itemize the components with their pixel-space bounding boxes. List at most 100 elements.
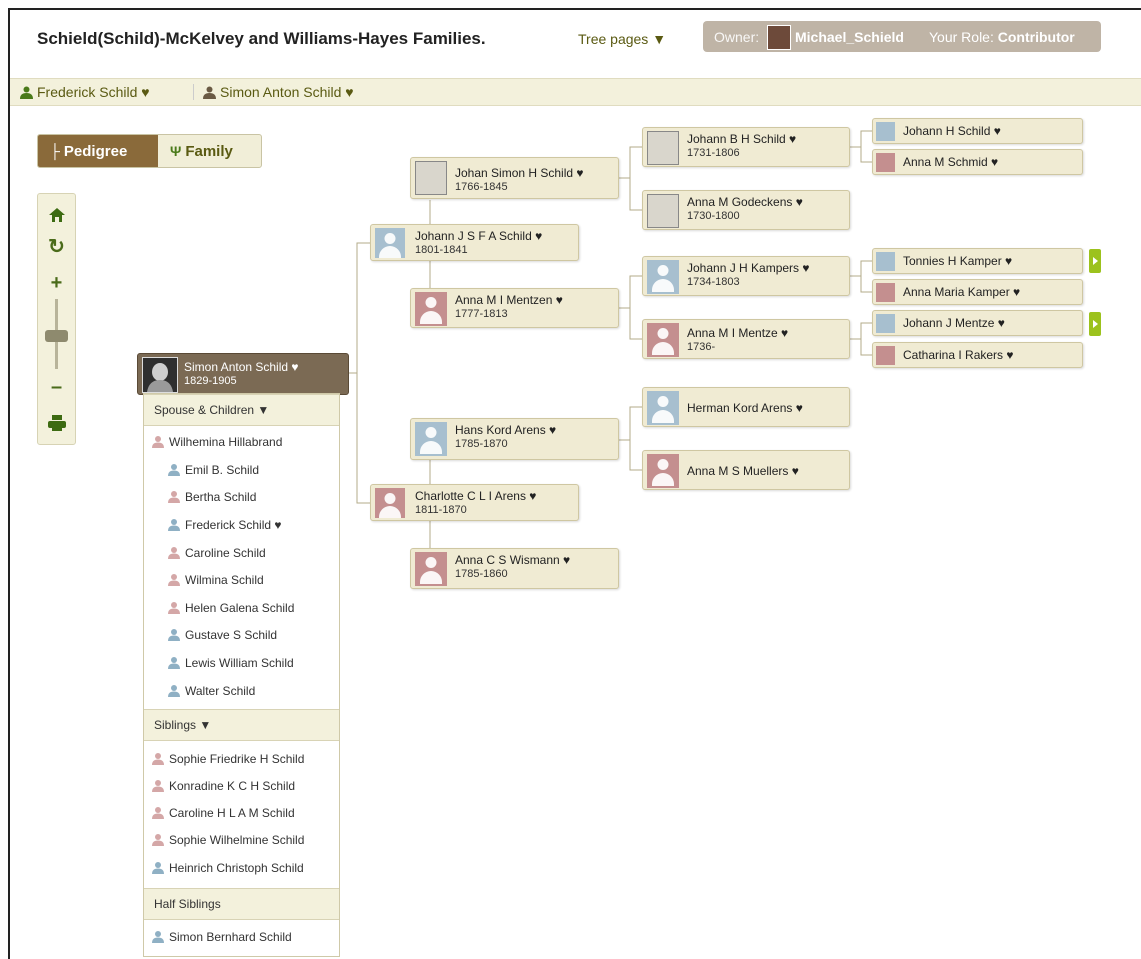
grandparent-card[interactable]: Johan Simon H Schild ♥ 1766-1845 bbox=[410, 157, 619, 199]
person-dates: 1766-1845 bbox=[455, 181, 508, 193]
list-item-child[interactable]: Walter Schild bbox=[168, 684, 255, 698]
item-label: Caroline Schild bbox=[185, 546, 266, 560]
female-avatar-icon bbox=[375, 488, 405, 518]
person-name: Johann B H Schild ♥ bbox=[687, 132, 797, 146]
person-name: Anna M Schmid ♥ bbox=[903, 155, 999, 169]
female-avatar-icon bbox=[647, 323, 679, 357]
section-label: Spouse & Children ▼ bbox=[154, 403, 270, 417]
female-person-icon bbox=[168, 547, 180, 559]
list-item-child[interactable]: Wilmina Schild bbox=[168, 573, 264, 587]
person-name: Herman Kord Arens ♥ bbox=[687, 401, 803, 415]
gg-grandparent-card[interactable]: Catharina I Rakers ♥ bbox=[872, 342, 1083, 368]
item-label: Konradine K C H Schild bbox=[169, 779, 296, 793]
list-item-child[interactable]: Frederick Schild ♥ bbox=[168, 518, 282, 532]
person-dates: 1777-1813 bbox=[455, 308, 508, 320]
spouse-children-header[interactable]: Spouse & Children ▼ bbox=[144, 394, 339, 426]
siblings-header[interactable]: Siblings ▼ bbox=[144, 709, 339, 741]
female-avatar-icon bbox=[876, 283, 895, 302]
gg-grandparent-card[interactable]: Johann H Schild ♥ bbox=[872, 118, 1083, 144]
male-avatar-icon bbox=[415, 422, 447, 456]
great-grandparent-card[interactable]: Herman Kord Arens ♥ bbox=[642, 387, 850, 427]
half-siblings-header[interactable]: Half Siblings bbox=[144, 888, 339, 920]
item-label: Bertha Schild bbox=[185, 490, 257, 504]
item-label: Walter Schild bbox=[185, 684, 256, 698]
person-dates: 1730-1800 bbox=[687, 210, 740, 222]
list-item-child[interactable]: Bertha Schild bbox=[168, 490, 256, 504]
person-name: Anna C S Wismann ♥ bbox=[455, 553, 571, 567]
person-name: Anna M Godeckens ♥ bbox=[687, 195, 803, 209]
person-name: Charlotte C L I Arens ♥ bbox=[415, 489, 537, 503]
person-dates: 1811-1870 bbox=[415, 504, 467, 516]
person-dates: 1734-1803 bbox=[687, 276, 740, 288]
grandparent-card[interactable]: Hans Kord Arens ♥ 1785-1870 bbox=[410, 418, 619, 460]
male-avatar-icon bbox=[647, 260, 679, 294]
item-label: Gustave S Schild bbox=[185, 628, 278, 642]
great-grandparent-card[interactable]: Johann B H Schild ♥ 1731-1806 bbox=[642, 127, 850, 167]
list-item-child[interactable]: Gustave S Schild bbox=[168, 628, 277, 642]
item-label: Simon Bernhard Schild bbox=[169, 930, 292, 944]
list-item-child[interactable]: Emil B. Schild bbox=[168, 463, 259, 477]
female-avatar-icon bbox=[876, 346, 895, 365]
gg-grandparent-card[interactable]: Tonnies H Kamper ♥ bbox=[872, 248, 1083, 274]
person-name: Anna M I Mentze ♥ bbox=[687, 326, 789, 340]
parent-card-mother[interactable]: Charlotte C L I Arens ♥ 1811-1870 bbox=[370, 484, 579, 521]
person-dates: 1731-1806 bbox=[687, 147, 740, 159]
section-label: Siblings ▼ bbox=[154, 718, 212, 732]
item-label: Emil B. Schild bbox=[185, 463, 260, 477]
person-name: Johann J Mentze ♥ bbox=[903, 316, 1005, 330]
portrait-image bbox=[143, 358, 177, 392]
document-image-icon bbox=[647, 194, 679, 228]
list-item-child[interactable]: Caroline Schild bbox=[168, 546, 266, 560]
list-item-sibling[interactable]: Konradine K C H Schild bbox=[152, 779, 295, 793]
item-label: Frederick Schild ♥ bbox=[185, 518, 282, 532]
focus-person-card[interactable]: Simon Anton Schild ♥ 1829-1905 bbox=[137, 353, 349, 395]
male-person-icon bbox=[168, 519, 180, 531]
person-dates: 1829-1905 bbox=[184, 375, 237, 387]
list-item-child[interactable]: Lewis William Schild bbox=[168, 656, 294, 670]
great-grandparent-card[interactable]: Anna M S Muellers ♥ bbox=[642, 450, 850, 490]
male-avatar-icon bbox=[375, 228, 405, 258]
person-name: Johann J H Kampers ♥ bbox=[687, 261, 810, 275]
female-avatar-icon bbox=[415, 292, 447, 326]
list-item-sibling[interactable]: Sophie Friedrike H Schild bbox=[152, 752, 304, 766]
expand-ancestors-button[interactable] bbox=[1089, 312, 1101, 336]
list-item-sibling[interactable]: Heinrich Christoph Schild bbox=[152, 861, 304, 875]
male-avatar-icon bbox=[647, 391, 679, 425]
item-label: Sophie Wilhelmine Schild bbox=[169, 833, 305, 847]
list-item-sibling[interactable]: Sophie Wilhelmine Schild bbox=[152, 833, 304, 847]
female-avatar-icon bbox=[415, 552, 447, 586]
male-person-icon bbox=[168, 657, 180, 669]
male-person-icon bbox=[152, 862, 164, 874]
family-panel: Spouse & Children ▼ Wilhemina Hillabrand… bbox=[143, 393, 340, 957]
list-item-child[interactable]: Helen Galena Schild bbox=[168, 601, 294, 615]
female-person-icon bbox=[152, 807, 164, 819]
female-person-icon bbox=[168, 602, 180, 614]
person-name: Simon Anton Schild ♥ bbox=[184, 360, 299, 374]
person-name: Johan Simon H Schild ♥ bbox=[455, 166, 584, 180]
list-item-half-sibling[interactable]: Simon Bernhard Schild bbox=[152, 930, 292, 944]
female-person-icon bbox=[152, 436, 164, 448]
great-grandparent-card[interactable]: Anna M Godeckens ♥ 1730-1800 bbox=[642, 190, 850, 230]
gg-grandparent-card[interactable]: Anna Maria Kamper ♥ bbox=[872, 279, 1083, 305]
parent-card-father[interactable]: Johann J S F A Schild ♥ 1801-1841 bbox=[370, 224, 579, 261]
gg-grandparent-card[interactable]: Anna M Schmid ♥ bbox=[872, 149, 1083, 175]
female-avatar-icon bbox=[876, 153, 895, 172]
person-name: Anna M I Mentzen ♥ bbox=[455, 293, 563, 307]
item-label: Helen Galena Schild bbox=[185, 601, 295, 615]
item-label: Heinrich Christoph Schild bbox=[169, 861, 304, 875]
great-grandparent-card[interactable]: Anna M I Mentze ♥ 1736- bbox=[642, 319, 850, 359]
expand-ancestors-button[interactable] bbox=[1089, 249, 1101, 273]
great-grandparent-card[interactable]: Johann J H Kampers ♥ 1734-1803 bbox=[642, 256, 850, 296]
gg-grandparent-card[interactable]: Johann J Mentze ♥ bbox=[872, 310, 1083, 336]
list-item-spouse[interactable]: Wilhemina Hillabrand bbox=[152, 435, 282, 449]
list-item-sibling[interactable]: Caroline H L A M Schild bbox=[152, 806, 295, 820]
female-person-icon bbox=[152, 753, 164, 765]
grandparent-card[interactable]: Anna C S Wismann ♥ 1785-1860 bbox=[410, 548, 619, 589]
section-label: Half Siblings bbox=[154, 897, 221, 911]
male-person-icon bbox=[168, 464, 180, 476]
person-name: Johann H Schild ♥ bbox=[903, 124, 1001, 138]
grandparent-card[interactable]: Anna M I Mentzen ♥ 1777-1813 bbox=[410, 288, 619, 328]
person-dates: 1801-1841 bbox=[415, 244, 468, 256]
female-avatar-icon bbox=[647, 454, 679, 488]
person-name: Johann J S F A Schild ♥ bbox=[415, 229, 543, 243]
